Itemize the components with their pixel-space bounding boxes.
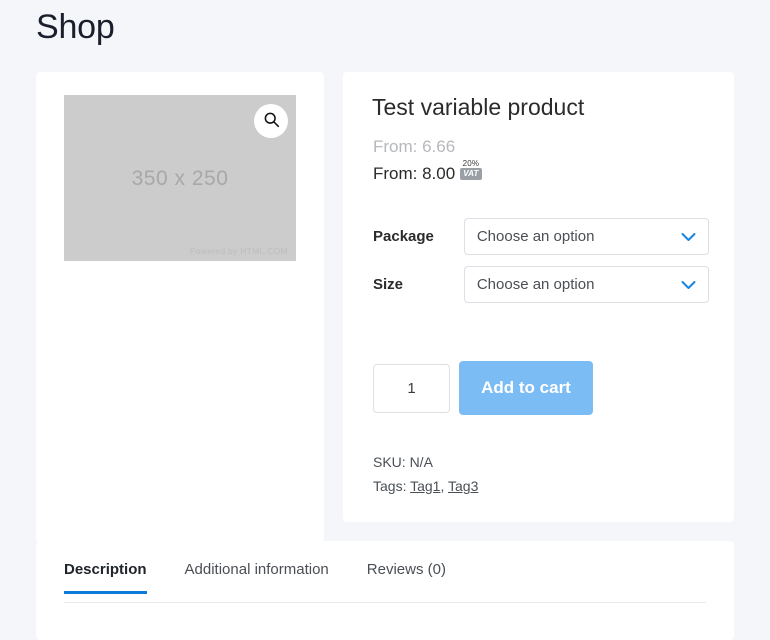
- tab-description[interactable]: Description: [64, 561, 147, 594]
- product-image[interactable]: 350 x 250 Powered by HTML.COM: [64, 95, 296, 261]
- product-gallery-card: 350 x 250 Powered by HTML.COM: [36, 72, 324, 542]
- size-select[interactable]: Choose an option: [463, 266, 709, 303]
- product-title: Test variable product: [372, 94, 585, 120]
- tab-additional-information[interactable]: Additional information: [185, 561, 329, 594]
- product-summary-card: Test variable product From: 6.66 From: 8…: [343, 72, 734, 522]
- vat-percent: 20%: [462, 159, 480, 168]
- image-credit-text: Powered by HTML.COM: [189, 246, 288, 256]
- package-select[interactable]: Choose an option: [463, 218, 709, 255]
- image-placeholder-dimensions: 350 x 250: [131, 167, 229, 190]
- zoom-image-button[interactable]: [254, 104, 288, 138]
- tag-separator-1: ,: [440, 478, 448, 494]
- page-title: Shop: [36, 8, 115, 46]
- vat-label: VAT: [460, 168, 482, 180]
- tabs-divider: [64, 602, 706, 603]
- add-to-cart-row: Add to cart: [373, 361, 593, 415]
- package-select-value: Choose an option: [476, 228, 595, 245]
- add-to-cart-button[interactable]: Add to cart: [459, 361, 593, 415]
- tag-link-1[interactable]: Tag1: [410, 478, 440, 494]
- vat-badge: 20% VAT: [460, 159, 482, 180]
- shop-page: Shop 350 x 250 Powered by HTML.COM Test …: [0, 0, 770, 640]
- chevron-down-icon: [681, 280, 696, 290]
- product-price-current-wrapper: From: 8.00 20% VAT: [373, 159, 482, 185]
- attribute-label-package: Package: [373, 228, 434, 245]
- product-price-original: From: 6.66: [373, 137, 456, 156]
- attribute-row-package: Package Choose an option: [373, 218, 709, 255]
- product-tags: Tags: Tag1, Tag3: [373, 474, 478, 498]
- attribute-row-size: Size Choose an option: [373, 266, 709, 303]
- product-tabs: Description Additional information Revie…: [36, 561, 734, 594]
- tags-label: Tags:: [373, 478, 407, 494]
- tab-reviews[interactable]: Reviews (0): [367, 561, 446, 594]
- product-meta: SKU: N/A Tags: Tag1, Tag3: [373, 450, 478, 498]
- product-price-current: From: 8.00: [373, 164, 456, 183]
- size-select-value: Choose an option: [476, 276, 595, 293]
- product-tabs-card: Description Additional information Revie…: [36, 541, 734, 640]
- tag-link-2[interactable]: Tag3: [448, 478, 478, 494]
- product-sku: SKU: N/A: [373, 454, 433, 470]
- attribute-label-size: Size: [373, 276, 404, 293]
- search-icon: [263, 111, 280, 131]
- quantity-input[interactable]: [373, 363, 450, 413]
- chevron-down-icon: [681, 232, 696, 242]
